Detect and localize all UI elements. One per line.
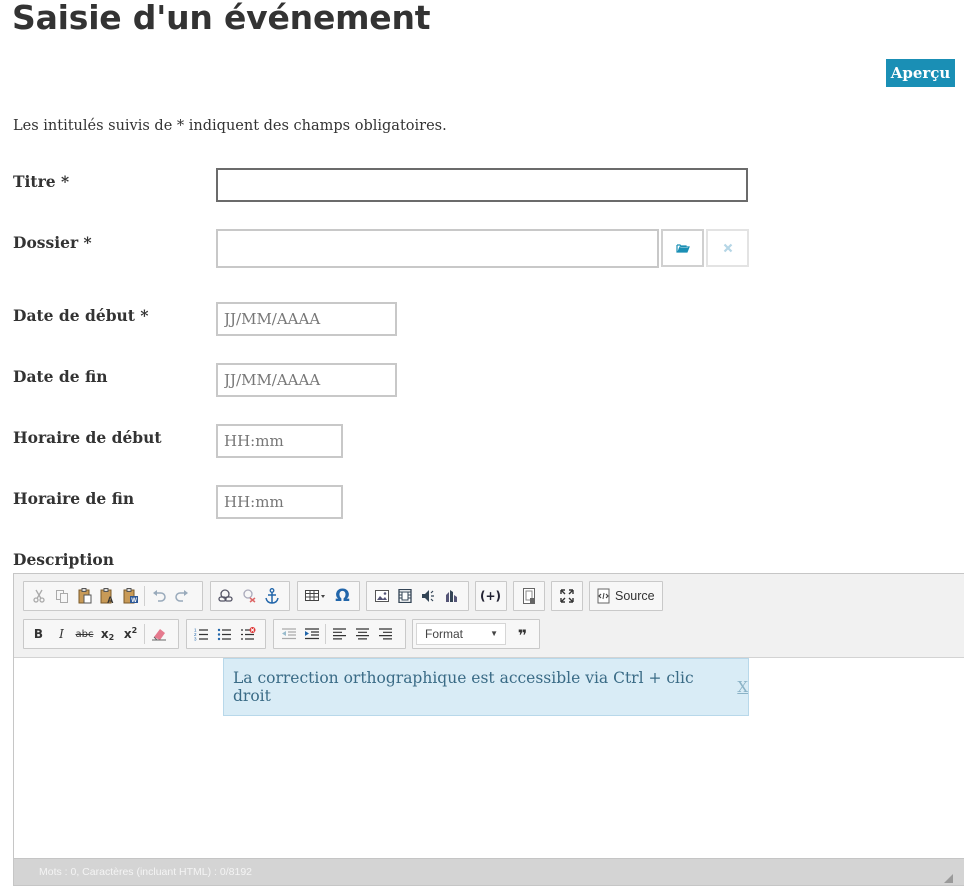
strikethrough-icon[interactable]: abc: [73, 622, 96, 646]
remove-list-icon[interactable]: [236, 622, 259, 646]
source-label: Source: [615, 589, 655, 603]
subscript-icon[interactable]: x2: [96, 622, 119, 646]
end-date-input[interactable]: [216, 363, 397, 397]
show-blocks-icon[interactable]: [517, 584, 540, 608]
blockquote-icon[interactable]: ❞: [511, 623, 534, 647]
outdent-icon[interactable]: [277, 622, 300, 646]
remove-format-icon[interactable]: [147, 622, 170, 646]
description-label: Description: [13, 550, 115, 569]
folder-label: Dossier *: [13, 233, 92, 252]
superscript-icon[interactable]: x2: [119, 622, 142, 646]
editor-status-bar: Mots : 0, Caractères (incluant HTML) : 0…: [14, 858, 964, 885]
start-date-input[interactable]: [216, 302, 397, 336]
preview-button[interactable]: Aperçu: [886, 59, 955, 87]
copy-icon[interactable]: [50, 584, 73, 608]
svg-text:W: W: [131, 598, 137, 604]
format-dropdown[interactable]: Format ▼: [416, 623, 506, 645]
resize-handle[interactable]: [944, 874, 953, 883]
align-center-icon[interactable]: [351, 622, 374, 646]
end-time-label: Horaire de fin: [13, 489, 135, 508]
notice-close-button[interactable]: X: [737, 678, 748, 696]
editor-toolbar: A W Ω (+) Source B I abc x 2 x 2 1 2 3 F…: [14, 574, 964, 658]
rich-text-editor: A W Ω (+) Source B I abc x 2 x 2 1 2 3 F…: [13, 573, 964, 886]
title-label: Titre *: [13, 172, 70, 191]
folder-input[interactable]: [216, 229, 659, 268]
bold-icon[interactable]: B: [27, 622, 50, 646]
list-group: 123: [186, 619, 266, 649]
start-date-label: Date de début *: [13, 306, 149, 325]
format-label: Format: [425, 627, 464, 641]
clipboard-group: A W: [23, 581, 203, 611]
align-left-icon[interactable]: [328, 622, 351, 646]
special-char-icon[interactable]: Ω: [331, 584, 354, 608]
required-fields-note: Les intitulés suivis de * indiquent des …: [13, 118, 447, 134]
image-icon[interactable]: [370, 584, 393, 608]
paste-icon[interactable]: [73, 584, 96, 608]
anchor-icon[interactable]: [260, 584, 283, 608]
source-code-icon: [597, 588, 610, 604]
spellcheck-notice: La correction orthographique est accessi…: [223, 658, 749, 716]
page-title: Saisie d'un événement: [12, 0, 431, 37]
chevron-down-icon: ▼: [490, 629, 498, 638]
paste-from-word-icon[interactable]: W: [119, 584, 142, 608]
maximize-group: [551, 581, 583, 611]
paste-text-icon[interactable]: A: [96, 584, 119, 608]
link-group: [210, 581, 290, 611]
format-group: Format ▼ ❞: [412, 619, 540, 649]
insert-widget-icon[interactable]: (+): [479, 584, 502, 608]
end-time-input[interactable]: [216, 485, 343, 519]
source-button[interactable]: Source: [593, 588, 655, 604]
clear-folder-button[interactable]: [706, 229, 749, 267]
basic-styles-group: B I abc x2 x2: [23, 619, 179, 649]
svg-text:3: 3: [194, 637, 197, 642]
video-icon[interactable]: [393, 584, 416, 608]
svg-text:A: A: [107, 595, 114, 604]
template-group: [513, 581, 545, 611]
italic-icon[interactable]: I: [50, 622, 73, 646]
maximize-icon[interactable]: [555, 584, 578, 608]
cut-icon[interactable]: [27, 584, 50, 608]
numbered-list-icon[interactable]: 123: [190, 622, 213, 646]
start-time-label: Horaire de début: [13, 428, 162, 447]
start-time-input[interactable]: [216, 424, 343, 458]
undo-icon[interactable]: [147, 584, 170, 608]
folder-open-icon: [675, 244, 690, 253]
browse-folder-button[interactable]: [661, 229, 704, 267]
table-icon[interactable]: [301, 584, 331, 608]
title-input[interactable]: [216, 168, 748, 202]
media-group: [366, 581, 469, 611]
bulleted-list-icon[interactable]: [213, 622, 236, 646]
unlink-icon[interactable]: [237, 584, 260, 608]
indent-icon[interactable]: [300, 622, 323, 646]
align-right-icon[interactable]: [374, 622, 397, 646]
insert-group: Ω: [297, 581, 360, 611]
link-icon[interactable]: [214, 584, 237, 608]
plugin-group: (+): [475, 581, 507, 611]
close-icon: [723, 243, 732, 253]
redo-icon[interactable]: [170, 584, 193, 608]
audio-icon[interactable]: [416, 584, 439, 608]
flash-icon[interactable]: [439, 584, 462, 608]
spellcheck-notice-text: La correction orthographique est accessi…: [233, 669, 694, 705]
end-date-label: Date de fin: [13, 367, 108, 386]
word-counter: Mots : 0, Caractères (incluant HTML) : 0…: [39, 866, 252, 878]
indent-align-group: [273, 619, 406, 649]
source-group: Source: [589, 581, 663, 611]
